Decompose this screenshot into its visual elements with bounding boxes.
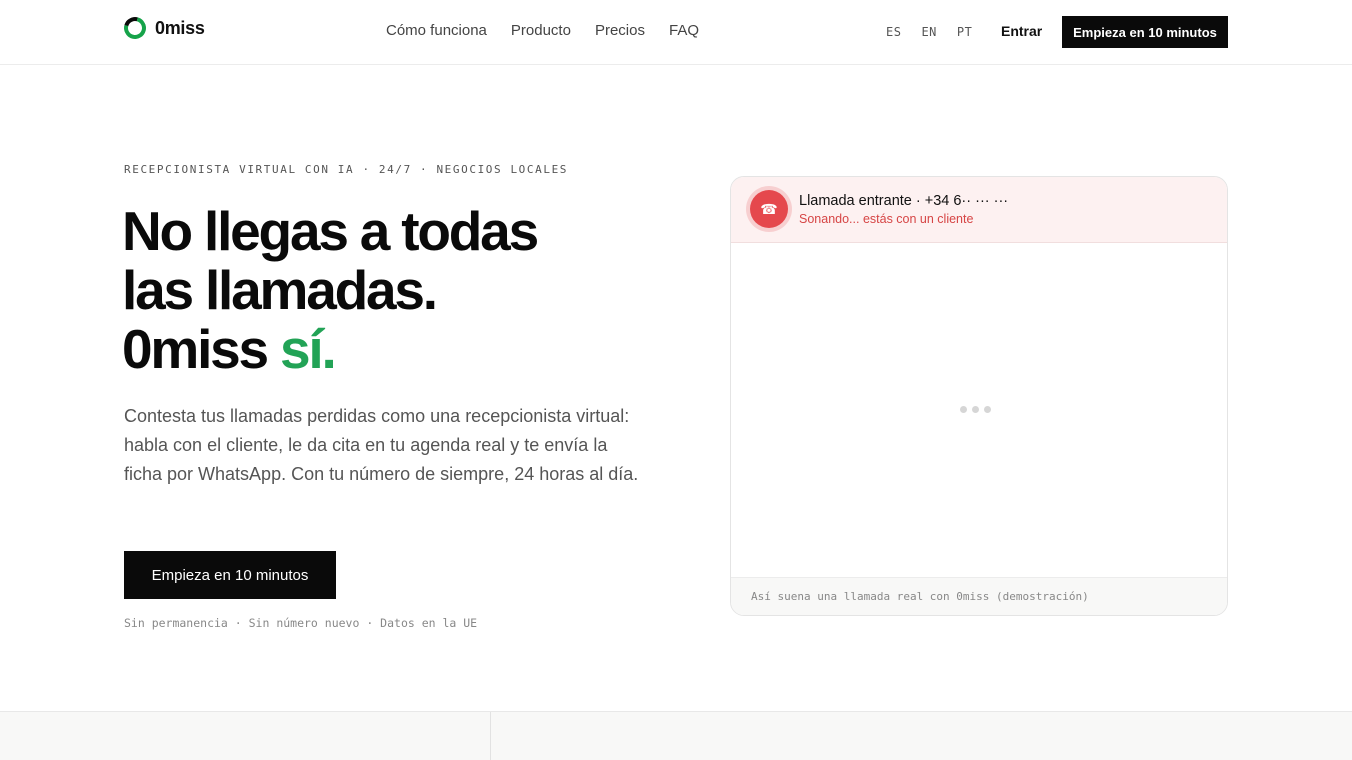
typing-dot (960, 406, 967, 413)
main-nav: Cómo funciona Producto Precios FAQ (386, 22, 699, 39)
call-card-header: ☎ Llamada entrante · +34 6·· ··· ··· Son… (731, 177, 1227, 243)
bottom-band (0, 711, 1352, 760)
typing-indicator-icon (960, 406, 991, 413)
language-switcher: ES EN PT (886, 25, 972, 39)
hero-cta-button[interactable]: Empieza en 10 minutos (124, 551, 336, 599)
hero-trust-line: Sin permanencia · Sin número nuevo · Dat… (124, 616, 478, 630)
lang-pt[interactable]: PT (957, 25, 972, 39)
nav-link-faq[interactable]: FAQ (669, 22, 699, 39)
nav-link-producto[interactable]: Producto (511, 22, 571, 39)
site-header: 0miss Cómo funciona Producto Precios FAQ… (0, 0, 1352, 65)
call-card-footer: Así suena una llamada real con 0miss (de… (731, 577, 1227, 615)
headline-line-1: No llegas a todas (122, 200, 539, 262)
lang-es[interactable]: ES (886, 25, 901, 39)
call-demo-card: ☎ Llamada entrante · +34 6·· ··· ··· Son… (730, 176, 1228, 616)
call-card-caption: Así suena una llamada real con 0miss (de… (751, 590, 1089, 603)
hero-eyebrow: RECEPCIONISTA VIRTUAL CON IA · 24/7 · NE… (124, 163, 569, 176)
band-divider (490, 712, 491, 760)
typing-dot (984, 406, 991, 413)
logo-text: 0miss (155, 17, 205, 38)
header-cta-button[interactable]: Empieza en 10 minutos (1062, 16, 1228, 48)
phone-icon: ☎ (750, 190, 788, 228)
logo-ring-icon (119, 12, 151, 44)
headline-line-2: las llamadas. (122, 259, 438, 321)
logo[interactable]: 0miss (119, 12, 205, 44)
hero-headline: No llegas a todas las llamadas. 0miss sí… (122, 202, 682, 379)
login-link[interactable]: Entrar (1001, 23, 1042, 39)
typing-dot (972, 406, 979, 413)
headline-accent: sí. (280, 318, 337, 380)
call-status: Sonando... estás con un cliente (799, 212, 974, 226)
nav-link-precios[interactable]: Precios (595, 22, 645, 39)
headline-brand: 0miss (122, 318, 269, 380)
lang-en[interactable]: EN (921, 25, 936, 39)
hero-lead: Contesta tus llamadas perdidas como una … (124, 406, 639, 484)
call-title: Llamada entrante · +34 6·· ··· ··· (799, 193, 1009, 209)
nav-link-como-funciona[interactable]: Cómo funciona (386, 22, 487, 39)
